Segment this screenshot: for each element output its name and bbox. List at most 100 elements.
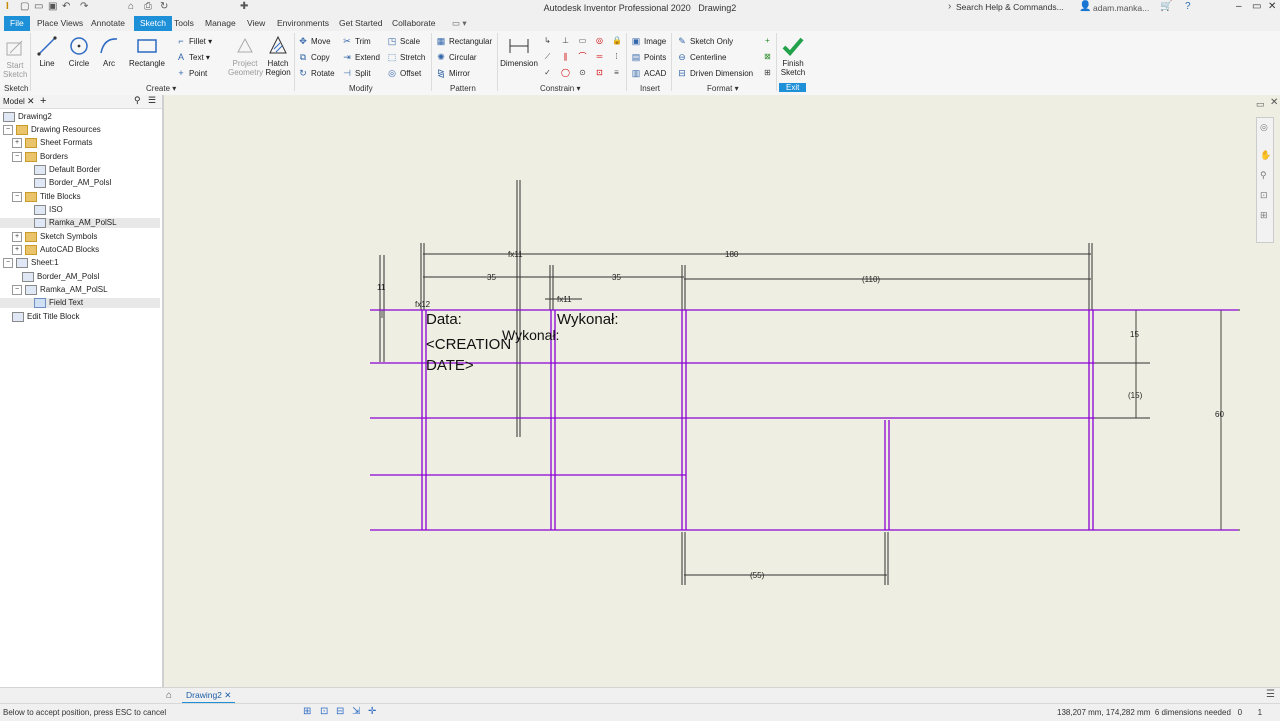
dim-35-b[interactable]: 35 — [612, 273, 621, 282]
sketch-only-button[interactable]: ✎ Sketch Only — [677, 36, 733, 47]
tab-annotate[interactable]: Annotate — [91, 18, 125, 28]
dim-55[interactable]: (55) — [750, 571, 765, 580]
collapse-icon[interactable]: − — [12, 285, 22, 295]
center-point-icon[interactable]: ⊞ — [763, 68, 772, 77]
label-wykonal[interactable]: Wykonał: — [557, 311, 619, 328]
create-panel-label[interactable]: Create ▾ — [146, 84, 176, 93]
tangent-icon[interactable]: ⌒ — [578, 52, 587, 61]
tree-item-field-text[interactable]: Field Text — [0, 298, 160, 309]
finish-sketch-button[interactable]: Finish Sketch — [779, 35, 807, 77]
tab-view[interactable]: View — [247, 18, 265, 28]
zoom-all-icon[interactable]: ⊡ — [1260, 190, 1268, 201]
extend-button[interactable]: ⇥ Extend — [342, 52, 380, 63]
fix-icon[interactable]: 🔒 — [612, 36, 622, 45]
tab-options-icon[interactable]: ▭ ▾ — [452, 18, 467, 29]
tree-item-default-border[interactable]: Default Border — [34, 165, 101, 175]
collapse-icon[interactable]: − — [3, 258, 13, 268]
line-button[interactable]: Line — [36, 35, 58, 68]
sketch-geometry[interactable]: 180 35 35 (110) fx11 fx11 fx12 11 15 (15… — [164, 95, 1280, 687]
cart-icon[interactable]: 🛒 — [1160, 1, 1172, 12]
construction-icon[interactable]: + — [763, 36, 772, 45]
concentric-icon[interactable]: ◎ — [595, 36, 604, 45]
smooth-icon[interactable]: ✓ — [543, 68, 552, 77]
text-button[interactable]: A Text ▾ — [176, 52, 210, 63]
hatch-region-button[interactable]: Hatch Region — [264, 35, 292, 77]
user-icon[interactable]: 👤 — [1079, 1, 1091, 12]
tree-item-sheet-formats[interactable]: + Sheet Formats — [12, 138, 92, 148]
pan-icon[interactable]: ✋ — [1260, 150, 1271, 161]
tab-place-views[interactable]: Place Views — [37, 18, 83, 28]
tab-environments[interactable]: Environments — [277, 18, 329, 28]
dim-15-paren[interactable]: (15) — [1128, 391, 1143, 400]
tree-item-sheet-1[interactable]: − Sheet:1 — [3, 258, 59, 268]
grid-toggle-icon[interactable]: ⊞ — [303, 706, 311, 717]
tree-item-border-am-polsl[interactable]: Border_AM_Polsl — [34, 178, 111, 188]
tabs-menu-icon[interactable]: ☰ — [1266, 689, 1275, 700]
tab-get-started[interactable]: Get Started — [339, 18, 382, 28]
equal-icon[interactable]: ═ — [595, 52, 604, 61]
scale-button[interactable]: ◳ Scale — [387, 36, 420, 47]
tree-item-borders[interactable]: − Borders — [12, 152, 68, 162]
browser-search-icon[interactable]: ⚲ — [134, 95, 141, 106]
dim-180[interactable]: 180 — [725, 250, 739, 259]
symmetric-icon[interactable]: ◯ — [561, 68, 570, 77]
stretch-button[interactable]: ⬚ Stretch — [387, 52, 426, 63]
perpendicular-icon[interactable]: ⊥ — [561, 36, 570, 45]
start-sketch-button[interactable]: Start Sketch — [3, 37, 27, 79]
collapse-icon[interactable]: − — [12, 152, 22, 162]
user-name[interactable]: adam.manka... — [1093, 3, 1149, 13]
tree-item-sketch-symbols[interactable]: + Sketch Symbols — [12, 232, 97, 242]
point-button[interactable]: + Point — [176, 68, 207, 79]
browser-close-icon[interactable]: ✕ — [27, 96, 35, 107]
zoom-icon[interactable]: ⚲ — [1260, 170, 1267, 181]
tab-tools[interactable]: Tools — [174, 18, 194, 28]
tab-collaborate[interactable]: Collaborate — [392, 18, 435, 28]
tree-item-title-blocks[interactable]: − Title Blocks — [12, 192, 81, 202]
tab-close-icon[interactable]: ✕ — [224, 690, 231, 700]
vertical-icon[interactable]: ⁞ — [612, 52, 621, 61]
dim-fx12[interactable]: fx12 — [415, 300, 431, 309]
fillet-button[interactable]: ⌐ Fillet ▾ — [176, 36, 212, 47]
tree-item-drawing-resources[interactable]: − Drawing Resources — [3, 125, 101, 135]
format-panel-label[interactable]: Format ▾ — [707, 84, 739, 93]
show-constraints-icon[interactable]: ⊙ — [578, 68, 587, 77]
rectangular-button[interactable]: ▦ Rectangular — [436, 36, 492, 47]
arc-button[interactable]: Arc — [98, 35, 120, 68]
collapse-icon[interactable]: − — [3, 125, 13, 135]
project-geometry-button[interactable]: Project Geometry — [228, 35, 263, 77]
mirror-button[interactable]: ⧎ Mirror — [436, 68, 470, 79]
rectangle-button[interactable]: Rectangle — [128, 35, 166, 68]
tab-sketch[interactable]: Sketch — [134, 16, 172, 31]
tree-item-sheet-border[interactable]: Border_AM_Polsl — [22, 272, 99, 282]
dim-15[interactable]: 15 — [1130, 330, 1139, 339]
label-creation-date-1[interactable]: <CREATION — [426, 336, 511, 353]
label-data[interactable]: Data: — [426, 311, 462, 328]
tab-manage[interactable]: Manage — [205, 18, 236, 28]
minimize-icon[interactable]: – — [1236, 1, 1242, 12]
offset-button[interactable]: ◎ Offset — [387, 68, 421, 79]
label-creation-date-2[interactable]: DATE> — [426, 357, 474, 374]
tab-file[interactable]: File — [4, 16, 30, 31]
view-restore-icon[interactable]: ▭ — [1256, 99, 1265, 110]
zoom-window-icon[interactable]: ⊞ — [1260, 210, 1268, 221]
reference-icon[interactable]: ⊠ — [763, 52, 772, 61]
help-icon[interactable]: ? — [1185, 1, 1191, 12]
circular-button[interactable]: ✺ Circular — [436, 52, 476, 63]
trim-button[interactable]: ✂ Trim — [342, 36, 370, 47]
steering-wheel-icon[interactable]: ◎ — [1260, 122, 1268, 133]
circle-button[interactable]: Circle — [66, 35, 92, 68]
dim-11[interactable]: 11 — [377, 283, 386, 292]
rotate-button[interactable]: ↻ Rotate — [298, 68, 334, 79]
constraint-settings-icon[interactable]: ⊡ — [595, 68, 604, 77]
move-button[interactable]: ✥ Move — [298, 36, 330, 47]
tree-item-sheet-title-block[interactable]: − Ramka_AM_PolSL — [12, 285, 108, 295]
tree-item-iso[interactable]: ISO — [34, 205, 63, 215]
tree-item-ramka-am-polsl[interactable]: Ramka_AM_PolSL — [0, 218, 160, 229]
centerline-button[interactable]: ⊖ Centerline — [677, 52, 726, 63]
maximize-icon[interactable]: ▭ — [1252, 1, 1261, 12]
dim-fx11-b[interactable]: fx11 — [557, 295, 572, 304]
coincident-icon[interactable]: ↳ — [543, 36, 552, 45]
drawing-canvas[interactable]: 180 35 35 (110) fx11 fx11 fx12 11 15 (15… — [164, 95, 1280, 687]
dim-fx11-a[interactable]: fx11 — [508, 250, 523, 259]
tab-drawing2[interactable]: Drawing2 ✕ — [182, 688, 236, 704]
